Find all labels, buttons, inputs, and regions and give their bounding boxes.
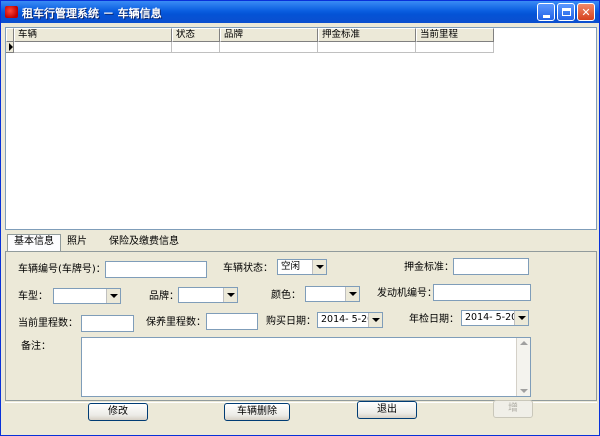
color-label: 颜色： [271, 290, 301, 301]
remark-textarea[interactable] [81, 337, 531, 397]
brand-label: 品牌： [149, 291, 179, 302]
grid-col-status[interactable]: 状态 [172, 28, 220, 42]
row-indicator [6, 42, 14, 53]
model-label: 车型： [18, 291, 48, 302]
mileage-input[interactable] [81, 315, 134, 332]
deposit-input[interactable] [453, 258, 529, 275]
delete-vehicle-button[interactable]: 车辆删除 [224, 403, 290, 421]
engine-input[interactable] [433, 284, 531, 301]
chevron-down-icon[interactable] [106, 289, 120, 303]
status-select[interactable]: 空闲 [277, 259, 327, 275]
purchase-date-picker[interactable]: 2014- 5-20 [317, 312, 383, 328]
mileage-label: 当前里程数： [18, 318, 78, 329]
maximize-icon [561, 8, 571, 16]
tab-photo[interactable]: 照片 [61, 235, 93, 250]
warranty-input[interactable] [206, 313, 258, 330]
inspection-date-value: 2014- 5-20 [465, 312, 518, 323]
inspection-date-label: 年检日期： [409, 314, 459, 325]
deposit-label: 押金标准： [404, 262, 454, 273]
vehicle-grid[interactable]: 车辆 状态 品牌 押金标准 当前里程 [5, 27, 597, 230]
grid-cell[interactable] [416, 42, 494, 53]
grid-cell[interactable] [14, 42, 172, 53]
exit-button[interactable]: 退出 [357, 401, 417, 419]
grid-col-vehicle[interactable]: 车辆 [14, 28, 172, 42]
row-pointer-icon [9, 43, 13, 51]
chevron-down-icon[interactable] [312, 260, 326, 274]
purchase-date-value: 2014- 5-20 [321, 314, 374, 325]
scroll-down-icon[interactable] [520, 389, 528, 393]
inspection-date-picker[interactable]: 2014- 5-20 [461, 310, 529, 326]
button-bar: 修改 车辆删除 退出 增 [5, 400, 597, 433]
grid-corner [6, 28, 14, 42]
grid-col-brand[interactable]: 品牌 [220, 28, 318, 42]
close-button[interactable]: ✕ [577, 3, 595, 21]
window-title: 租车行管理系统 － 车辆信息 [22, 7, 162, 20]
maximize-button[interactable] [557, 3, 575, 21]
chevron-down-icon[interactable] [345, 287, 359, 301]
main-window: 租车行管理系统 － 车辆信息 ✕ 车辆 状态 品牌 押金标准 当前里程 基本信息… [0, 0, 600, 436]
purchase-date-label: 购买日期： [266, 316, 316, 327]
tab-strip: 基本信息 照片 保险及缴费信息 [7, 234, 185, 251]
table-row[interactable] [6, 42, 494, 53]
chevron-down-icon[interactable] [223, 288, 237, 302]
warranty-label: 保养里程数： [146, 317, 206, 328]
remark-scrollbar[interactable] [516, 338, 530, 396]
status-value: 空闲 [281, 261, 301, 272]
minimize-button[interactable] [537, 3, 555, 21]
engine-label: 发动机编号： [377, 288, 437, 299]
remark-label: 备注： [21, 341, 51, 352]
grid-cell[interactable] [172, 42, 220, 53]
app-icon [5, 6, 18, 18]
status-label: 车辆状态： [223, 263, 273, 274]
tab-basic-info[interactable]: 基本信息 [7, 234, 61, 251]
color-select[interactable] [305, 286, 360, 302]
tab-insurance[interactable]: 保险及缴费信息 [103, 235, 185, 250]
grid-cell[interactable] [318, 42, 416, 53]
chevron-down-icon[interactable] [368, 313, 382, 327]
modify-button[interactable]: 修改 [88, 403, 148, 421]
vehicle-no-input[interactable] [105, 261, 207, 278]
scroll-up-icon[interactable] [520, 341, 528, 345]
close-icon: ✕ [581, 5, 591, 19]
grid-col-mileage[interactable]: 当前里程 [416, 28, 494, 42]
disabled-button[interactable]: 增 [493, 400, 533, 418]
grid-header: 车辆 状态 品牌 押金标准 当前里程 [6, 28, 494, 42]
model-select[interactable] [53, 288, 121, 304]
minimize-icon [542, 14, 550, 18]
vehicle-no-label: 车辆编号(车牌号)： [18, 264, 106, 275]
grid-col-deposit[interactable]: 押金标准 [318, 28, 416, 42]
grid-cell[interactable] [220, 42, 318, 53]
brand-select[interactable] [178, 287, 238, 303]
title-bar[interactable]: 租车行管理系统 － 车辆信息 ✕ [1, 1, 599, 23]
chevron-down-icon[interactable] [514, 311, 528, 325]
